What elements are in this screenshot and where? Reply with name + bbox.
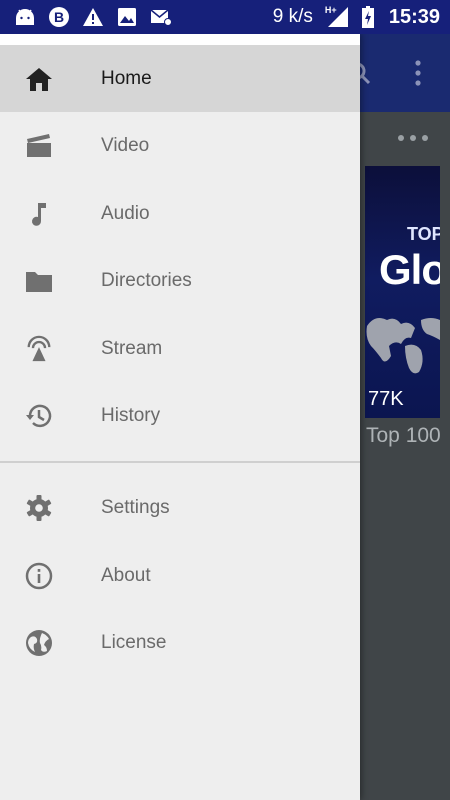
drawer-item-label: Audio bbox=[101, 202, 150, 224]
battery-charging-icon bbox=[361, 6, 375, 28]
drawer-item-stream[interactable]: Stream bbox=[0, 315, 360, 382]
card-more-icon[interactable] bbox=[398, 130, 438, 146]
clock: 15:39 bbox=[388, 5, 440, 28]
drawer-item-history[interactable]: History bbox=[0, 382, 360, 449]
history-icon bbox=[25, 402, 53, 430]
gear-icon bbox=[25, 494, 53, 522]
drawer-item-label: Directories bbox=[101, 269, 192, 291]
drawer-item-license[interactable]: License bbox=[0, 609, 360, 676]
info-icon bbox=[25, 562, 53, 590]
status-bar: B 9 k/s H+ 15:39 bbox=[0, 0, 450, 34]
globe-icon bbox=[25, 629, 53, 657]
drawer-item-about[interactable]: About bbox=[0, 542, 360, 609]
b-circle-icon: B bbox=[48, 6, 70, 28]
status-bar-right: 9 k/s H+ 15:39 bbox=[272, 5, 440, 29]
svg-text:B: B bbox=[54, 9, 64, 25]
drawer-item-directories[interactable]: Directories bbox=[0, 247, 360, 314]
music-note-icon bbox=[25, 200, 53, 228]
drawer-item-audio[interactable]: Audio bbox=[0, 180, 360, 247]
network-speed: 9 k/s bbox=[272, 6, 313, 27]
drawer-header-strip bbox=[0, 34, 360, 45]
folder-icon bbox=[25, 267, 53, 295]
image-icon bbox=[116, 6, 138, 28]
drawer-item-video[interactable]: Video bbox=[0, 112, 360, 179]
view-count: 77K bbox=[368, 388, 404, 410]
thumbnail-title-text: Glo bbox=[379, 246, 440, 293]
world-map-graphic bbox=[366, 318, 440, 374]
mail-icon bbox=[150, 6, 172, 28]
drawer-item-label: About bbox=[101, 564, 151, 586]
drawer-item-label: License bbox=[101, 631, 167, 653]
drawer-item-label: Video bbox=[101, 134, 150, 156]
network-type: H+ bbox=[324, 5, 337, 15]
drawer-item-label: Home bbox=[101, 67, 152, 89]
video-card-title[interactable]: Top 100 bbox=[366, 424, 441, 448]
drawer-item-label: Settings bbox=[101, 496, 170, 518]
navigation-drawer: Home Video Audio Directories Stream Hist… bbox=[0, 34, 360, 800]
status-bar-left: B bbox=[14, 6, 172, 28]
video-thumbnail[interactable]: TOP Glo 77K bbox=[365, 166, 440, 418]
drawer-divider bbox=[0, 461, 360, 463]
thumbnail-top-text: TOP bbox=[407, 224, 440, 244]
signal-icon: H+ bbox=[324, 5, 349, 28]
drawer-item-settings[interactable]: Settings bbox=[0, 474, 360, 541]
video-icon bbox=[25, 132, 53, 160]
stream-icon bbox=[25, 335, 53, 363]
drawer-item-home[interactable]: Home bbox=[0, 45, 360, 112]
drawer-item-label: History bbox=[101, 404, 161, 426]
more-vert-icon[interactable] bbox=[406, 56, 430, 90]
home-icon bbox=[25, 65, 53, 93]
warning-icon bbox=[82, 6, 104, 28]
android-icon bbox=[14, 6, 36, 28]
drawer-item-label: Stream bbox=[101, 337, 163, 359]
